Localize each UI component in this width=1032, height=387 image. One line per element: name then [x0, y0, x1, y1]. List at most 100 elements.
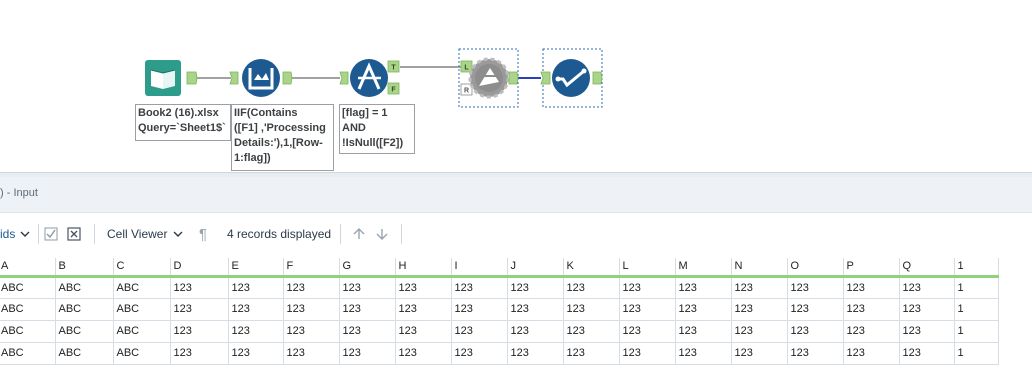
column-header[interactable]: H [395, 258, 452, 278]
dynamic-rename-tool[interactable]: L R [458, 48, 519, 108]
table-cell[interactable]: 123 [787, 342, 844, 365]
table-cell[interactable]: 123 [283, 298, 340, 321]
checkbox-select-button[interactable] [44, 213, 58, 255]
column-header[interactable]: N [731, 258, 788, 278]
table-cell[interactable]: 123 [731, 276, 788, 299]
fields-dropdown[interactable]: ids [0, 213, 31, 255]
table-cell[interactable]: 123 [563, 342, 620, 365]
table-cell[interactable]: 123 [451, 342, 508, 365]
column-header[interactable]: M [675, 258, 732, 278]
table-cell[interactable]: ABC [113, 342, 171, 365]
table-cell[interactable]: 123 [731, 320, 788, 343]
table-cell[interactable]: 123 [563, 276, 620, 299]
table-cell[interactable]: 123 [395, 276, 452, 299]
table-cell[interactable]: 123 [283, 320, 340, 343]
table-cell[interactable]: 123 [283, 342, 340, 365]
table-cell[interactable]: 123 [228, 298, 284, 321]
table-cell[interactable]: 123 [787, 320, 844, 343]
table-cell[interactable]: 1 [954, 320, 999, 343]
column-header[interactable]: B [55, 258, 114, 278]
column-header[interactable]: Q [899, 258, 955, 278]
table-cell[interactable]: 123 [787, 298, 844, 321]
table-cell[interactable]: 123 [675, 276, 732, 299]
table-cell[interactable]: 123 [228, 320, 284, 343]
input-anchor[interactable] [229, 71, 239, 85]
table-cell[interactable]: ABC [55, 342, 114, 365]
table-cell[interactable]: 123 [731, 298, 788, 321]
table-cell[interactable]: 123 [899, 320, 955, 343]
column-header[interactable]: P [843, 258, 900, 278]
table-cell[interactable]: 123 [507, 276, 564, 299]
table-cell[interactable]: 123 [675, 298, 732, 321]
table-cell[interactable]: 123 [170, 342, 229, 365]
table-cell[interactable]: 123 [228, 276, 284, 299]
column-header[interactable]: O [787, 258, 844, 278]
deselect-button[interactable] [67, 213, 81, 255]
scroll-up-button[interactable] [352, 213, 366, 255]
table-cell[interactable]: 123 [451, 298, 508, 321]
table-cell[interactable]: 123 [843, 276, 900, 299]
table-cell[interactable]: 123 [339, 342, 396, 365]
table-cell[interactable]: ABC [55, 320, 114, 343]
table-cell[interactable]: 123 [451, 276, 508, 299]
output-anchor[interactable] [592, 71, 603, 85]
table-cell[interactable]: 123 [451, 320, 508, 343]
table-cell[interactable]: 123 [170, 276, 229, 299]
input-anchor[interactable] [540, 71, 551, 85]
table-cell[interactable]: 123 [170, 298, 229, 321]
table-cell[interactable]: 1 [954, 276, 999, 299]
workflow-canvas[interactable]: T F L R Book2 (16).xlsx Query=`Sheet1$` … [0, 0, 1032, 172]
column-header[interactable]: I [451, 258, 508, 278]
table-cell[interactable]: 123 [563, 320, 620, 343]
table-cell[interactable]: 123 [339, 320, 396, 343]
pilcrow-button[interactable]: ¶ [199, 213, 207, 255]
table-cell[interactable]: 123 [395, 320, 452, 343]
table-cell[interactable]: ABC [113, 276, 171, 299]
table-cell[interactable]: ABC [113, 298, 171, 321]
output-anchor[interactable] [186, 71, 198, 85]
column-header[interactable]: C [113, 258, 171, 278]
table-cell[interactable]: 123 [843, 298, 900, 321]
table-cell[interactable]: 123 [899, 298, 955, 321]
scroll-down-button[interactable] [375, 213, 389, 255]
table-cell[interactable]: 123 [843, 320, 900, 343]
column-header[interactable]: L [619, 258, 676, 278]
table-cell[interactable]: 123 [395, 342, 452, 365]
output-anchor[interactable] [508, 71, 519, 85]
table-cell[interactable]: 123 [899, 276, 955, 299]
table-cell[interactable]: 123 [507, 298, 564, 321]
table-cell[interactable]: ABC [113, 320, 171, 343]
table-cell[interactable]: 123 [619, 276, 676, 299]
table-cell[interactable]: 123 [339, 298, 396, 321]
column-header[interactable]: F [283, 258, 340, 278]
column-header[interactable]: K [563, 258, 620, 278]
table-cell[interactable]: 1 [954, 342, 999, 365]
table-cell[interactable]: ABC [0, 320, 56, 343]
column-header[interactable]: J [507, 258, 564, 278]
table-row[interactable]: ABC ABC ABC 123 123 123 123 123 123 123 123 123 123 1… [0, 298, 999, 321]
table-cell[interactable]: 123 [619, 320, 676, 343]
table-cell[interactable]: ABC [0, 342, 56, 365]
table-cell[interactable]: 123 [170, 320, 229, 343]
table-cell[interactable]: 123 [619, 298, 676, 321]
table-cell[interactable]: 123 [395, 298, 452, 321]
column-header[interactable]: G [339, 258, 396, 278]
table-cell[interactable]: 123 [507, 320, 564, 343]
table-cell[interactable]: ABC [0, 276, 56, 299]
table-cell[interactable]: 123 [563, 298, 620, 321]
table-cell[interactable]: ABC [55, 298, 114, 321]
table-cell[interactable]: 123 [787, 276, 844, 299]
table-cell[interactable]: 123 [283, 276, 340, 299]
table-cell[interactable]: 123 [843, 342, 900, 365]
table-cell[interactable]: ABC [0, 298, 56, 321]
column-header[interactable]: 1 [954, 258, 999, 278]
table-cell[interactable]: 123 [675, 320, 732, 343]
table-cell[interactable]: 123 [731, 342, 788, 365]
output-anchor[interactable] [282, 71, 293, 85]
table-cell[interactable]: 123 [507, 342, 564, 365]
table-cell[interactable]: 123 [899, 342, 955, 365]
table-cell[interactable]: 1 [954, 298, 999, 321]
select-tool[interactable] [540, 48, 603, 108]
table-row[interactable]: ABC ABC ABC 123 123 123 123 123 123 123 123 123 123 1… [0, 276, 999, 299]
input-data-tool[interactable] [145, 60, 198, 96]
